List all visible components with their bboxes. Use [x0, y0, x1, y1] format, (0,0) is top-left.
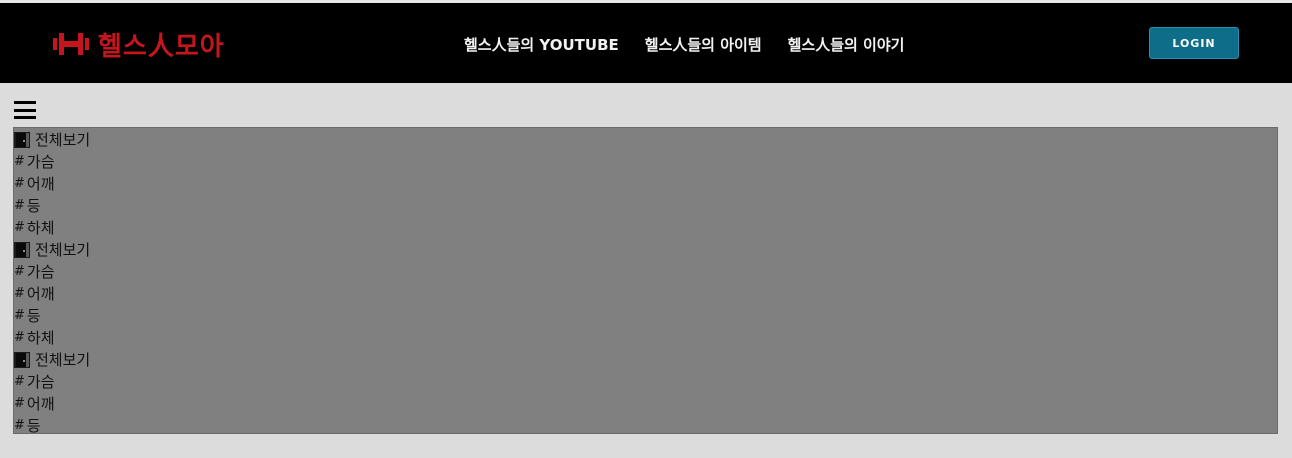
hamburger-icon[interactable] [14, 101, 36, 119]
menu-item-view-all[interactable]: 전체보기 [14, 239, 1277, 261]
door-icon [14, 242, 30, 258]
hash-symbol: # [14, 264, 25, 279]
category-menu: 전체보기 # 가슴 # 어깨 # 등 # 하체 전체보기 # 가슴 # 어깨 # 등 # 하체 전체보기 # 가슴 # 어깨… [13, 127, 1278, 437]
hash-symbol: # [14, 286, 25, 301]
site-logo[interactable]: 헬스人모아 [52, 25, 225, 63]
menu-item-tag[interactable]: # 가슴 [14, 151, 1277, 173]
login-button[interactable]: LOGIN [1149, 27, 1239, 59]
hash-symbol: # [14, 418, 25, 433]
menu-item-tag[interactable]: # 등 [14, 305, 1277, 327]
menu-item-tag[interactable]: # 어깨 [14, 173, 1277, 195]
hash-symbol: # [14, 396, 25, 411]
nav-link-youtube[interactable]: 헬스人들의 YOUTUBE [464, 34, 619, 55]
menu-item-view-all[interactable]: 전체보기 [14, 129, 1277, 151]
menu-item-tag[interactable]: # 어깨 [14, 393, 1277, 415]
menu-item-label: 등 [26, 417, 41, 435]
menu-item-label: 하체 [26, 329, 55, 347]
hash-symbol: # [14, 330, 25, 345]
menu-item-label: 등 [26, 307, 41, 325]
hash-symbol: # [14, 374, 25, 389]
menu-item-tag[interactable]: # 등 [14, 195, 1277, 217]
menu-item-label: 전체보기 [35, 351, 91, 369]
main-nav: 헬스人들의 YOUTUBE 헬스人들의 아이템 헬스人들의 이야기 [464, 3, 904, 86]
top-navbar: 헬스人모아 헬스人들의 YOUTUBE 헬스人들의 아이템 헬스人들의 이야기 … [0, 0, 1292, 83]
nav-link-items[interactable]: 헬스人들의 아이템 [645, 34, 762, 55]
menu-item-label: 전체보기 [35, 241, 91, 259]
door-icon [14, 352, 30, 368]
menu-item-tag[interactable]: # 가슴 [14, 261, 1277, 283]
hash-symbol: # [14, 154, 25, 169]
menu-item-label: 가슴 [26, 373, 55, 391]
menu-item-label: 가슴 [26, 153, 55, 171]
nav-link-stories[interactable]: 헬스人들의 이야기 [788, 34, 905, 55]
menu-item-tag[interactable]: # 하체 [14, 327, 1277, 349]
site-title: 헬스人모아 [98, 31, 225, 62]
menu-item-tag[interactable]: # 등 [14, 415, 1277, 437]
hash-symbol: # [14, 220, 25, 235]
menu-item-tag[interactable]: # 하체 [14, 217, 1277, 239]
menu-item-label: 어깨 [26, 285, 55, 303]
menu-item-view-all[interactable]: 전체보기 [14, 349, 1277, 371]
menu-item-tag[interactable]: # 어깨 [14, 283, 1277, 305]
menu-item-label: 어깨 [26, 395, 55, 413]
door-icon [14, 132, 30, 148]
dumbbell-icon [53, 33, 89, 55]
hash-symbol: # [14, 308, 25, 323]
menu-item-label: 어깨 [26, 175, 55, 193]
menu-item-label: 등 [26, 197, 41, 215]
hash-symbol: # [14, 198, 25, 213]
menu-item-tag[interactable]: # 가슴 [14, 371, 1277, 393]
menu-item-label: 전체보기 [35, 131, 91, 149]
menu-item-label: 하체 [26, 219, 55, 237]
menu-item-label: 가슴 [26, 263, 55, 281]
hash-symbol: # [14, 176, 25, 191]
